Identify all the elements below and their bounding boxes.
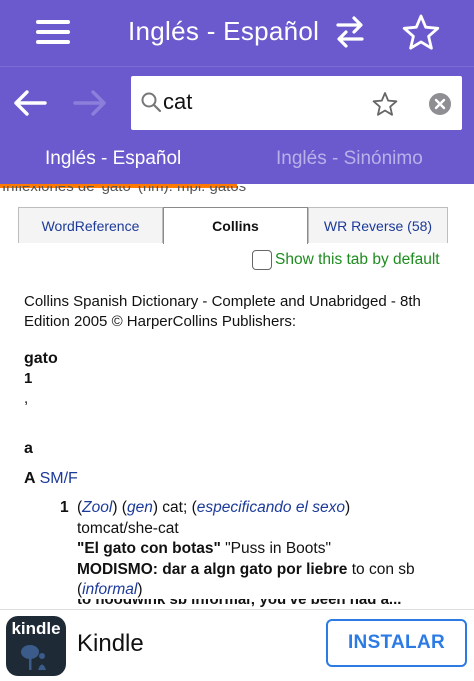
- forward-arrow-icon: [73, 90, 106, 116]
- idiom-label: MODISMO: dar a algn gato por liebre: [77, 560, 348, 578]
- reader-tree-icon: [21, 645, 46, 670]
- swap-arrows-icon[interactable]: [334, 14, 366, 50]
- label-especificando[interactable]: especificando el sexo: [197, 499, 345, 516]
- text: ): [137, 581, 143, 598]
- sense-number: 1: [24, 370, 33, 387]
- kindle-logo[interactable]: kindle: [6, 616, 66, 676]
- hamburger-icon[interactable]: [36, 18, 70, 46]
- clear-icon[interactable]: [429, 93, 451, 115]
- ad-banner[interactable]: kindle Kindle INSTALAR: [0, 609, 474, 681]
- top-bar: Inglés - Español: [0, 0, 474, 66]
- section-letter: a: [24, 440, 33, 457]
- label-informal[interactable]: informal: [82, 581, 137, 598]
- text: ): [344, 499, 351, 516]
- label-gen[interactable]: gen: [127, 499, 153, 516]
- page-title: Inglés - Español: [128, 16, 320, 46]
- peek-text: Inflexiones de 'gato' (nm): mpl: gatos: [2, 186, 247, 195]
- kindle-logo-text: kindle: [11, 619, 61, 638]
- sense-entry-number: 1: [60, 499, 69, 516]
- tab-wr-reverse[interactable]: WR Reverse (58): [308, 207, 448, 243]
- cutoff-text: to hoodwink sb informal; you've been had…: [77, 599, 402, 608]
- idiom-line: MODISMO: dar a algn gato por liebre to c…: [77, 560, 447, 581]
- install-button[interactable]: INSTALAR: [326, 619, 467, 667]
- search-icon: [141, 92, 162, 113]
- text: ) (: [112, 499, 127, 516]
- grammar-letter: A: [24, 470, 36, 487]
- example-spanish: "El gato con botas": [77, 540, 221, 557]
- label-zool[interactable]: Zool: [82, 499, 112, 516]
- sense-line-1: (Zool) (gen) cat; (especificando el sexo…: [77, 498, 447, 519]
- default-checkbox[interactable]: [252, 250, 272, 270]
- collins-credit: Collins Spanish Dictionary - Complete an…: [24, 293, 421, 330]
- grammar-line: A SM/F: [24, 470, 78, 488]
- ad-app-name: Kindle: [77, 630, 144, 657]
- grammar-category-link[interactable]: SM/F: [40, 470, 78, 487]
- show-tab-default-option[interactable]: Show this tab by default: [252, 250, 440, 270]
- back-arrow-icon[interactable]: [12, 89, 48, 117]
- cutoff-line: to hoodwink sb informal; you've been had…: [77, 599, 437, 609]
- sense-line-2: tomcat/she-cat: [77, 519, 179, 537]
- search-input[interactable]: [163, 84, 373, 120]
- sense-entry-body: (Zool) (gen) cat; (especificando el sexo…: [77, 498, 447, 601]
- tab-ingles-espanol[interactable]: Inglés - Español: [45, 148, 181, 170]
- example-english: "Puss in Boots": [220, 540, 331, 557]
- search-bar: [0, 66, 474, 136]
- headword: gato: [24, 350, 58, 367]
- idiom-english: to con sb: [347, 560, 415, 578]
- default-checkbox-label: Show this tab by default: [275, 251, 440, 268]
- tab-ingles-sinonimo[interactable]: Inglés - Sinónimo: [276, 148, 423, 170]
- search-box: [131, 76, 462, 130]
- tab-wordreference[interactable]: WordReference: [18, 207, 163, 243]
- informal-line: (informal): [77, 580, 447, 601]
- separator-comma: ,: [24, 390, 29, 407]
- language-tabs: Inglés - Español Inglés - Sinónimo: [0, 136, 474, 184]
- scrolled-text-peek: Inflexiones de 'gato' (nm): mpl: gatos: [0, 186, 474, 196]
- example-line: "El gato con botas" "Puss in Boots": [77, 539, 447, 560]
- dictionary-tabs: WordReference Collins WR Reverse (58): [18, 207, 448, 244]
- tab-collins[interactable]: Collins: [163, 207, 308, 244]
- text: ) cat; (: [152, 499, 197, 516]
- star-outline-icon[interactable]: [372, 91, 398, 117]
- star-outline-icon[interactable]: [402, 13, 440, 51]
